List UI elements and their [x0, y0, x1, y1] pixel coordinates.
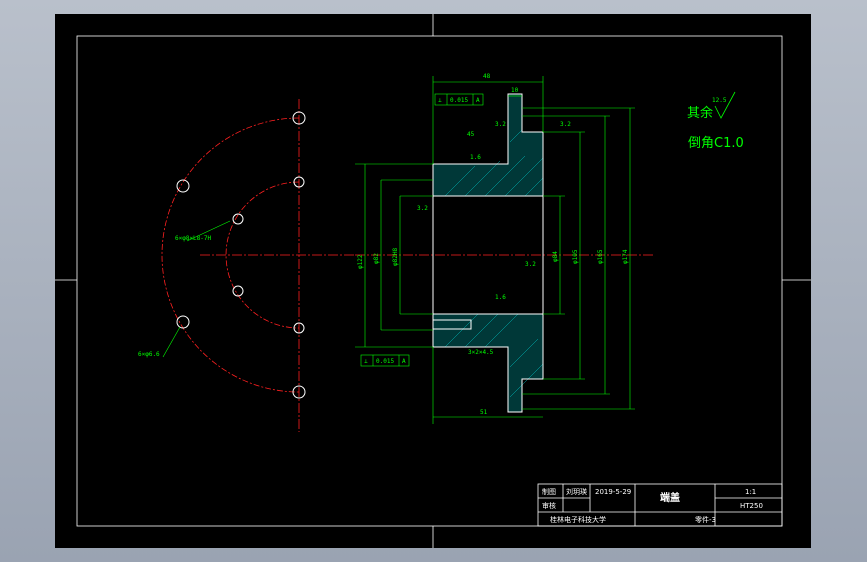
bolt-circle-outer — [161, 117, 300, 393]
dim-length-bottom: 51 — [480, 409, 488, 416]
rough-4: 3.2 — [417, 205, 428, 212]
tb-row1-date: 2019-5-29 — [595, 488, 631, 496]
dim-thread: 3×2×4.5 — [468, 349, 494, 356]
hole-note-2: 6×φ6.6 — [138, 351, 160, 358]
tol-bottom-symbol: ⊥ — [364, 358, 368, 365]
rough-2: 1.6 — [470, 154, 481, 161]
note-rest-value: 12.5 — [712, 97, 727, 104]
dim-overall-width: 48 — [483, 73, 491, 80]
tb-row1-label: 制图 — [542, 487, 556, 496]
tb-scale: 1:1 — [745, 488, 756, 496]
hatch-upper — [432, 93, 544, 197]
section-view: 48 10 45 51 φ122 φ82 φ82H8 φ84 φ105 φ165… — [355, 73, 655, 424]
tol-top-value: 0.015 — [450, 97, 468, 104]
cad-viewport[interactable]: 6×φ8×L8-7H 6×φ6.6 48 10 45 51 φ122 φ82 φ… — [0, 0, 867, 562]
dim-d4: φ84 — [552, 251, 559, 262]
dim-d3: φ82H8 — [392, 248, 399, 266]
tb-row2-label: 审核 — [542, 501, 556, 510]
rough-3: 3.2 — [560, 121, 571, 128]
tb-part-name: 端盖 — [660, 491, 680, 504]
hole-lower-left — [176, 315, 190, 329]
note-chamfer: 倒角C1.0 — [688, 136, 744, 151]
rough-6: 3.2 — [525, 261, 536, 268]
tb-row1-name: 刘玥瑛 — [566, 487, 587, 496]
tb-drawing-no: 零件-3 — [695, 515, 716, 524]
dim-d6: φ165 — [597, 249, 604, 264]
dim-d2: φ82 — [373, 253, 380, 264]
dim-d1: φ122 — [357, 254, 364, 269]
tb-school: 桂林电子科技大学 — [550, 515, 606, 524]
tol-bottom-datum: A — [402, 358, 406, 365]
note-rest: 其余 — [687, 105, 713, 121]
title-block: 制图 刘玥瑛 2019-5-29 审核 端盖 1:1 HT250 桂林电子科技大… — [537, 483, 783, 527]
inner-frame — [76, 35, 783, 527]
drawing-canvas: 6×φ8×L8-7H 6×φ6.6 48 10 45 51 φ122 φ82 φ… — [55, 14, 811, 548]
surface-notes: 其余 12.5 倒角C1.0 — [687, 91, 744, 151]
dim-depth: 45 — [467, 131, 475, 138]
tol-top-datum: A — [476, 97, 480, 104]
tb-material: HT250 — [740, 502, 763, 510]
dim-flange-width: 10 — [511, 87, 519, 94]
hole-upper-left — [176, 179, 190, 193]
dim-d7: φ174 — [622, 249, 629, 264]
rough-1: 3.2 — [495, 121, 506, 128]
drawing-sheet[interactable]: 6×φ8×L8-7H 6×φ6.6 48 10 45 51 φ122 φ82 φ… — [55, 14, 811, 548]
hole-note-1: 6×φ8×L8-7H — [175, 235, 212, 242]
tol-top-symbol: ⊥ — [438, 97, 442, 104]
rough-5: 1.6 — [495, 294, 506, 301]
tol-bottom-value: 0.015 — [376, 358, 394, 365]
front-view: 6×φ8×L8-7H 6×φ6.6 — [138, 99, 355, 432]
dim-d5: φ105 — [572, 249, 579, 264]
